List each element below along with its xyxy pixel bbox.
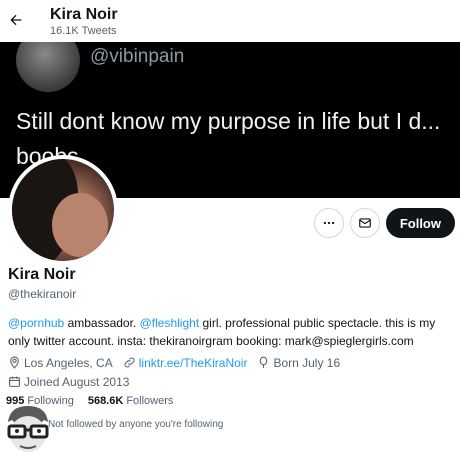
nerd-mascot-overlay — [7, 406, 49, 452]
birthday: Born July 16 — [257, 354, 340, 371]
balloon-icon — [260, 356, 268, 368]
location-text: Los Angeles, CA — [24, 355, 113, 370]
envelope-icon — [358, 218, 371, 228]
bio-mention-pornhub[interactable]: @pornhub — [8, 316, 64, 330]
message-button[interactable] — [349, 208, 380, 238]
bio-mention-fleshlight[interactable]: @fleshlight — [140, 316, 200, 330]
profile-actions: Follow — [313, 208, 455, 238]
bio-text-1: ambassador. — [64, 316, 140, 330]
joined-text: Joined August 2013 — [24, 374, 130, 389]
joined: Joined August 2013 — [8, 373, 129, 390]
followers-count: 568.6K — [87, 395, 124, 407]
location-pin-icon — [10, 356, 19, 369]
profile-meta: Los Angeles, CA linktr.ee/TheKiraNoir Bo… — [8, 354, 458, 390]
website[interactable]: linktr.ee/TheKiraNoir — [123, 354, 248, 371]
follow-button[interactable]: Follow — [385, 208, 455, 238]
tweet-count: 16.1K Tweets — [50, 25, 117, 37]
profile-header: Kira Noir 16.1K Tweets — [0, 0, 460, 42]
profile-avatar[interactable] — [8, 155, 118, 265]
link-icon — [124, 357, 135, 368]
followers-label: Followers — [126, 395, 174, 407]
profile-name: Kira Noir — [8, 266, 76, 283]
banner-avatar — [16, 42, 80, 92]
more-button[interactable] — [313, 208, 344, 238]
followed-by-note: Not followed by anyone you're following — [48, 419, 224, 430]
back-button[interactable] — [6, 10, 26, 30]
birthday-text: Born July 16 — [273, 355, 341, 370]
banner-handle: @vibinpain — [90, 46, 185, 67]
followers-link[interactable]: 568.6K Followers — [88, 395, 174, 407]
location: Los Angeles, CA — [8, 354, 113, 371]
website-link[interactable]: linktr.ee/TheKiraNoir — [139, 356, 248, 370]
profile-bio: @pornhub ambassador. @fleshlight girl. p… — [8, 314, 458, 350]
header-title: Kira Noir — [50, 6, 118, 23]
profile-handle: @thekiranoir — [8, 287, 77, 301]
more-icon — [323, 221, 335, 225]
avatar-face — [52, 193, 108, 257]
calendar-icon — [9, 376, 20, 387]
arrow-left-icon — [10, 14, 22, 26]
